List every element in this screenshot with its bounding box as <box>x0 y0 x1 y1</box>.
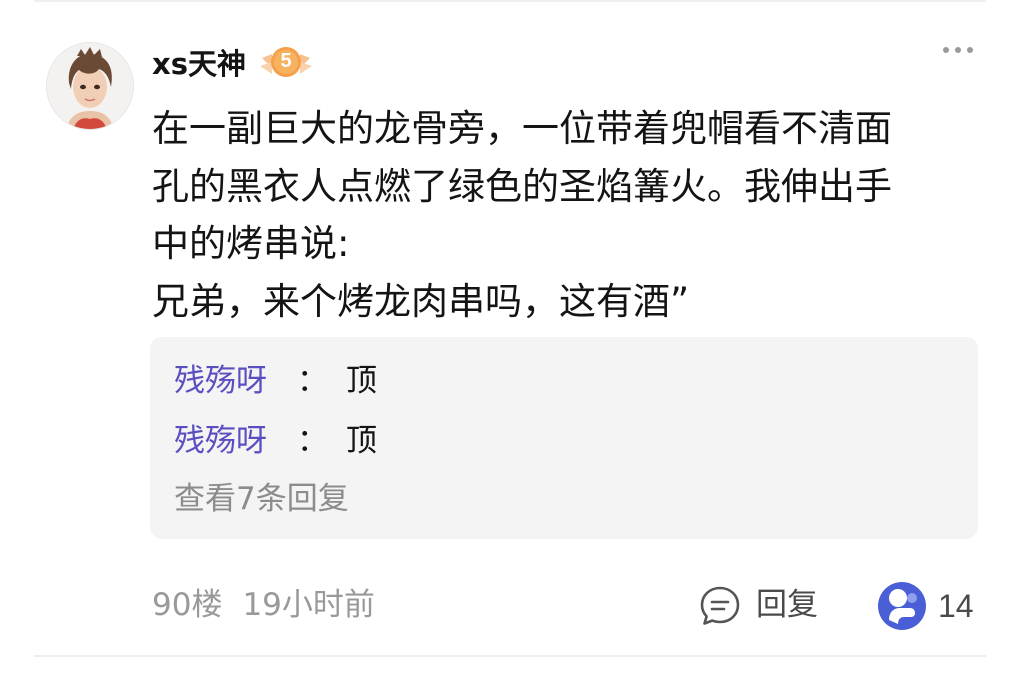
post-body: 在一副巨大的龙骨旁，一位带着兜帽看不清面 孔的黑衣人点燃了绿色的圣焰篝火。我伸出… <box>152 100 982 330</box>
post-text-line: 在一副巨大的龙骨旁，一位带着兜帽看不清面 <box>152 107 892 150</box>
sub-reply-content: 顶 <box>346 423 377 459</box>
post-text-line: 孔的黑衣人点燃了绿色的圣焰篝火。我伸出手 <box>152 164 892 208</box>
sub-replies-panel: 残殇呀 ： 顶 残殇呀 ： 顶 查看7条回复 <box>150 337 978 539</box>
more-options-button[interactable] <box>938 34 978 64</box>
post-text-line: 中的烤串说: <box>152 222 350 265</box>
sub-reply-author[interactable]: 残殇呀 <box>174 423 267 459</box>
more-dots-icon <box>943 47 973 53</box>
sub-reply-author[interactable]: 残殇呀 <box>174 363 267 399</box>
sub-reply-item[interactable]: 残殇呀 ： 顶 <box>174 361 377 401</box>
post-author-name[interactable]: xs天神 <box>152 44 246 84</box>
avatar[interactable] <box>46 42 134 130</box>
like-count: 14 <box>938 588 974 624</box>
post-meta: 90楼 19小时前 <box>152 583 375 627</box>
view-more-replies-link[interactable]: 查看7条回复 <box>174 479 349 519</box>
thumbs-up-icon <box>878 582 926 630</box>
top-divider <box>34 0 986 2</box>
sub-reply-separator: ： <box>297 363 328 399</box>
reply-button-label: 回复 <box>756 587 818 623</box>
comment-bubble-icon <box>700 586 740 625</box>
level-badge-icon: 5 <box>258 46 314 80</box>
floor-number: 90楼 <box>152 587 223 623</box>
sub-reply-separator: ： <box>297 423 328 459</box>
sub-reply-item[interactable]: 残殇呀 ： 顶 <box>174 421 377 461</box>
sub-reply-content: 顶 <box>346 363 377 399</box>
avatar-image <box>47 43 133 129</box>
post-time: 19小时前 <box>242 587 375 623</box>
post-text-line: 兄弟，来个烤龙肉串吗，这有酒” <box>152 279 690 323</box>
level-number: 5 <box>280 50 292 72</box>
bottom-divider <box>34 655 986 657</box>
